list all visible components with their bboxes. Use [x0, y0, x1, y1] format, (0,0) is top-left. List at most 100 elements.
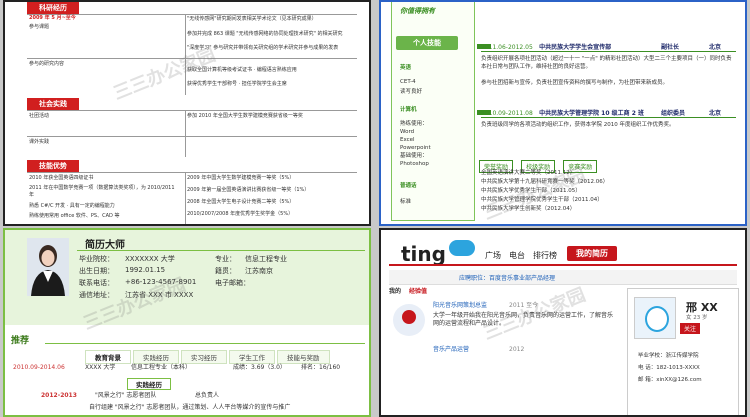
label-hometown: 籍贯：: [215, 267, 236, 275]
section-header-social: 社会实践: [27, 98, 79, 110]
side-text: Word: [400, 129, 415, 135]
row-text: 获得优秀学生干部称号 · 担任学院学生会主席: [187, 81, 287, 87]
exp-desc: 负责组织开展各项社团活动（超过一十一 "一点" 的精彩社团活动）大型二三个主要项…: [481, 56, 732, 70]
divider: [185, 111, 186, 137]
profile-sub: 女 23 岁: [686, 315, 708, 321]
position-text: 应聘职位：百度音乐事业部产品经理: [459, 275, 556, 282]
table-row-research-content: 参与的研究内容 "深度学习" 参与研究并带领有关研究组的学术研究并参与成果的发表…: [27, 45, 357, 95]
cloud-icon: [449, 240, 475, 256]
divider: [185, 59, 186, 95]
skill-item: 2011 年在中国数学竞赛一项（数据算法类奖项），为 2010/2011 年: [29, 185, 175, 198]
label-birth: 出生日期：: [79, 267, 114, 275]
experience-row-1: 2011.06-2012.05 中共民族大学学生会宣传部 副社长 北京: [481, 42, 736, 52]
side-text: Photoshop: [400, 161, 429, 167]
exp-date: 2011.06-2012.05: [481, 44, 533, 51]
side-heading-mandarin: 普通话: [400, 183, 417, 189]
skill-item: 熟练使用常用 office 软件、PS、CAD 等: [29, 213, 120, 219]
nav-charts[interactable]: 排行榜: [533, 251, 557, 260]
resume-preview-resume-master[interactable]: 简历大师 毕业院校： XXXXXXX 大学 专业： 信息工程专业 出生日期： 1…: [3, 228, 371, 417]
side-text: 基础使用：: [400, 153, 428, 159]
table-row-practice: 课外实践: [27, 136, 357, 157]
exp-role: 副社长: [661, 44, 680, 51]
row-label-practice: 课外实践: [29, 139, 50, 145]
row-label-society: 社团活动: [29, 113, 50, 119]
side-heading-computer: 计算机: [400, 107, 417, 113]
skill-item: 2010 年获全国英语四级证书: [29, 175, 94, 181]
side-text: CET-4: [400, 79, 416, 85]
row-label-unit: 参与课题: [29, 24, 50, 30]
edu-rank: 排名：16/160: [301, 364, 341, 371]
divider: [77, 250, 365, 251]
profile-card: 邢 XX 女 23 岁 关注 毕业学校：浙江传媒学院 电 话：182-1013-…: [627, 288, 739, 415]
my-resume-tab[interactable]: 我的简历: [567, 246, 617, 261]
smiley-icon: [645, 306, 669, 332]
resume-preview-green[interactable]: 你值得拥有 个人技能 英语 CET-4 读写良好 计算机 熟练使用： Word …: [379, 0, 747, 226]
label-school: 毕业院校：: [79, 255, 114, 263]
profile-school: 毕业学校：浙江传媒学院: [638, 353, 699, 359]
recommend-heading: 推荐: [11, 336, 30, 346]
experience-row-2: 2010.09-2011.08 中共民族大学管理学院 10 级工商 2 班 组织…: [481, 108, 736, 118]
table-row-society: 社团活动 参加 2010 年全国大学生数学建模竞赛获省级一等奖: [27, 110, 357, 137]
award-item: 中共民族大学优秀学生干部（2011.05）: [481, 188, 581, 194]
table-row-research: 2009 年 5 月~至今 参与课题 "无线传感网"研究期间发表相关学术论文（见…: [27, 14, 357, 59]
candidate-name: 简历大师: [85, 240, 125, 251]
mascot-avatar: [393, 304, 425, 336]
feed-label-my: 我的: [389, 288, 402, 295]
exp-role: 组织委员: [661, 110, 686, 117]
resume-preview-red-table[interactable]: 科研经历 2009 年 5 月~至今 参与课题 "无线传感网"研究期间发表相关学…: [3, 0, 371, 226]
top-nav: 广场 电台 排行榜: [485, 250, 565, 261]
divider: [185, 15, 186, 59]
row-label-work: 参与的研究内容: [29, 61, 65, 67]
avatar: [634, 297, 676, 339]
slogan: 你值得拥有: [400, 7, 435, 15]
feed-desc: 大学一年级开始我在阳光音乐网，负责音乐网的运营工作，了解音乐网的运营流程和产品设…: [433, 312, 614, 327]
tab-practice[interactable]: 实践经历: [133, 350, 179, 364]
side-heading-english: 英语: [400, 65, 412, 71]
exp-org: 中共民族大学管理学院 10 级工商 2 班: [539, 110, 644, 117]
side-text: 读写良好: [400, 89, 423, 95]
label-address: 通信地址：: [79, 291, 114, 299]
practice-title: "风景之行" 志愿者团队: [95, 392, 157, 399]
resume-preview-ting[interactable]: ting 广场 电台 排行榜 我的简历 应聘职位：百度音乐事业部产品经理 我的 经验…: [379, 228, 747, 417]
exp-city: 北京: [709, 44, 722, 51]
side-text: 标准: [400, 199, 412, 205]
value-address: 江苏省 XXX 市 XXXX: [125, 291, 194, 299]
row-text: 参加并完成 863 课题 "无线传感网络的协同处理技术研究" 的相关研究: [187, 31, 343, 37]
skill-heading: 个人技能: [396, 36, 458, 50]
tab-student-work[interactable]: 学生工作: [229, 350, 275, 364]
tab-internship[interactable]: 实习经历: [181, 350, 227, 364]
award-item: 2010/2007/2008 年度优秀学生奖学金（5%）: [187, 211, 294, 217]
follow-button[interactable]: 关注: [680, 323, 701, 334]
value-hometown: 江苏南京: [245, 267, 273, 275]
sidebar: 你值得拥有 个人技能 英语 CET-4 读写良好 计算机 熟练使用： Word …: [391, 2, 475, 221]
edu-gpa: 成绩：3.69（3.0）: [233, 364, 286, 371]
nav-radio[interactable]: 电台: [509, 251, 525, 260]
exp-desc: 负责班级同学的各项活动的组织工作，获得本学院 2010 年度组织工作优秀奖。: [481, 122, 675, 128]
side-text: Powerpoint: [400, 145, 431, 151]
label-phone: 联系电话：: [79, 279, 114, 287]
tab-skills-awards[interactable]: 技能与奖励: [277, 350, 330, 364]
divider: [45, 343, 365, 344]
profile-phone: 电 话：182-1013-XXXX: [638, 365, 700, 371]
value-major: 信息工程专业: [245, 255, 287, 263]
nav-square[interactable]: 广场: [485, 251, 501, 260]
section-header-research: 科研经历: [27, 2, 79, 14]
section-header-skills: 技能优势: [27, 160, 79, 172]
mascot-icon: [402, 310, 416, 324]
profile-photo: [27, 238, 69, 296]
row-text: "深度学习" 参与研究并带领有关研究组的学术研究并参与成果的发表: [187, 45, 339, 51]
tab-education[interactable]: 教育背景: [85, 350, 131, 364]
exp-date: 2010.09-2011.08: [481, 110, 533, 117]
value-school: XXXXXXX 大学: [125, 255, 175, 263]
divider: [185, 173, 186, 224]
award-item: 中共民族大学第十九届科研竞赛一等奖（2012.06）: [481, 179, 609, 185]
ting-logo[interactable]: ting: [401, 242, 446, 266]
feed-title: 音乐产品运营: [433, 346, 470, 353]
practice-role: 总负责人: [195, 392, 220, 399]
feed-date: 2011 至今: [509, 302, 539, 309]
practice-date: 2012-2013: [41, 392, 77, 399]
award-item: 中共民族大学学生创新奖（2012.04）: [481, 206, 576, 212]
table-row-skills: 2010 年获全国英语四级证书 2011 年在中国数学竞赛一项（数据算法类奖项）…: [27, 172, 357, 224]
award-item: 2009 年中国大学生数学建模竞赛一等奖（5%）: [187, 175, 295, 181]
exp-org: 中共民族大学学生会宣传部: [539, 44, 612, 51]
